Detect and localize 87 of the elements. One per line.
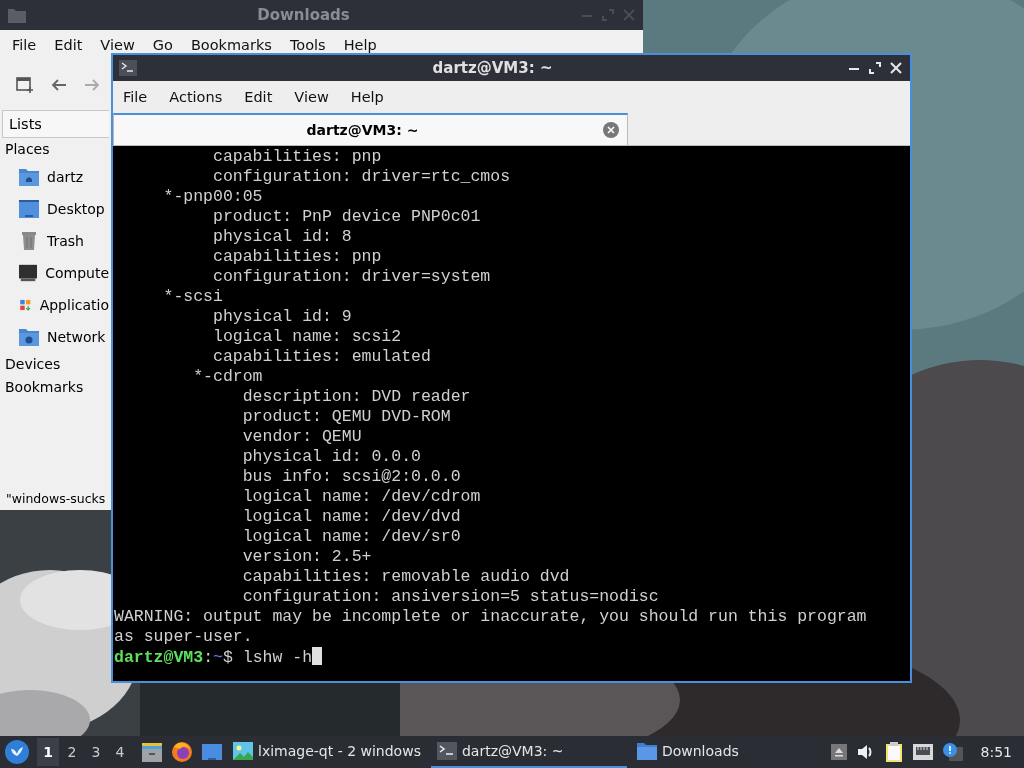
image-icon (233, 742, 253, 760)
terminal-output[interactable] (113, 146, 910, 681)
output-line: physical id: 9 (212, 307, 353, 327)
output-line: capabilities: removable audio dvd (241, 567, 571, 587)
output-line: *-scsi (162, 287, 224, 307)
close-tab-icon[interactable] (603, 122, 619, 138)
desktop-switch[interactable]: 2 (61, 738, 83, 766)
place-item[interactable]: Trash (47, 233, 84, 249)
output-line: bus info: scsi@2:0.0.0 (241, 467, 462, 487)
output-line: logical name: /dev/sr0 (241, 527, 462, 547)
output-line: physical id: 0.0.0 (241, 447, 422, 467)
place-item[interactable]: dartz (47, 169, 84, 185)
output-line: capabilities: pnp (212, 147, 383, 167)
list-selector[interactable]: Lists (2, 110, 109, 138)
terminal-icon (436, 742, 457, 760)
place-item[interactable]: Network (47, 329, 106, 345)
trash-icon (19, 232, 39, 250)
sidebar-heading[interactable]: Devices (0, 353, 109, 376)
file-cabinet-icon[interactable] (141, 741, 163, 763)
output-line: capabilities: pnp (212, 247, 383, 267)
output-line: vendor: QEMU (241, 427, 363, 447)
prompt-symbol: $ (222, 648, 233, 667)
menu-item[interactable]: Go (144, 37, 183, 53)
window-icon[interactable] (201, 742, 223, 762)
command-text: lshw -h (242, 648, 313, 667)
output-line: product: PnP device PNP0c01 (212, 207, 482, 227)
sidebar-heading[interactable]: Bookmarks (0, 376, 109, 399)
sidebar-heading[interactable]: Places (0, 138, 109, 161)
output-line: logical name: /dev/dvd (241, 507, 462, 527)
output-line: product: QEMU DVD-ROM (241, 407, 452, 427)
window-title: Downloads (256, 6, 351, 24)
prompt-separator: : (203, 648, 214, 667)
prompt-user: dartz@VM3 (114, 648, 204, 667)
menu-item[interactable]: Actions (161, 89, 231, 105)
eject-icon[interactable] (830, 744, 847, 760)
output-line: *-pnp00:05 (162, 187, 264, 207)
menu-item[interactable]: Tools (281, 37, 336, 53)
output-line: physical id: 8 (212, 227, 353, 247)
output-line: configuration: driver=rtc_cmos (212, 167, 512, 187)
menu-item[interactable]: File (4, 37, 47, 53)
output-line: configuration: driver=system (212, 267, 492, 287)
task-button[interactable]: Downloads (630, 736, 745, 768)
menu-item[interactable]: View (92, 37, 145, 53)
notification-icon[interactable] (942, 743, 963, 761)
menu-item[interactable]: Edit (46, 37, 93, 53)
desktop-switch[interactable]: 3 (85, 738, 107, 766)
task-button[interactable]: dartz@VM3: ~ (430, 736, 627, 768)
clock[interactable]: 8:51 (980, 744, 1012, 760)
place-item[interactable]: Applicatio (39, 297, 109, 313)
back-arrow-icon[interactable] (51, 78, 67, 92)
menu-item[interactable]: Help (342, 89, 392, 105)
clipboard-icon[interactable] (884, 742, 903, 762)
new-window-icon[interactable] (16, 76, 34, 94)
task-button[interactable]: lximage-qt - 2 windows (227, 736, 427, 768)
terminal-tab[interactable]: dartz@VM3: ~ (113, 113, 628, 145)
window-title: dartz@VM3: ~ (431, 59, 554, 77)
output-line: capabilities: emulated (212, 347, 432, 367)
desktop-switch[interactable]: 1 (37, 738, 59, 766)
output-line: WARNING: output may be incomplete or inaccurate, you should run this program (114, 607, 868, 627)
output-line: version: 2.5+ (241, 547, 373, 567)
network-folder-icon (19, 328, 39, 346)
home-folder-icon (19, 168, 39, 186)
menu-item[interactable]: Help (335, 37, 387, 53)
prompt-path: ~ (213, 648, 223, 667)
browser-icon[interactable] (171, 741, 193, 763)
folder-icon (8, 7, 26, 23)
output-line: as super-user. (114, 627, 254, 647)
network-icon[interactable] (912, 744, 933, 760)
output-line: description: DVD reader (241, 387, 472, 407)
menu-item[interactable]: Bookmarks (182, 37, 282, 53)
desktop-icon (19, 200, 39, 218)
place-item[interactable]: Desktop (47, 201, 105, 217)
start-menu-icon[interactable] (5, 740, 29, 764)
menu-item[interactable]: View (286, 89, 337, 105)
terminal-icon (119, 60, 137, 76)
folder-icon (636, 742, 657, 760)
output-line: logical name: scsi2 (212, 327, 403, 347)
output-line: logical name: /dev/cdrom (241, 487, 482, 507)
menu-item[interactable]: Edit (236, 89, 281, 105)
text-cursor (312, 647, 323, 665)
monitor-icon (19, 264, 38, 282)
output-line: configuration: ansiversion=5 status=nodisc (241, 587, 660, 607)
menu-item[interactable]: File (115, 89, 156, 105)
desktop-switch[interactable]: 4 (109, 738, 131, 766)
place-item[interactable]: Compute (45, 265, 109, 281)
status-text: "windows-sucks (6, 491, 106, 506)
output-line: *-cdrom (192, 367, 264, 387)
